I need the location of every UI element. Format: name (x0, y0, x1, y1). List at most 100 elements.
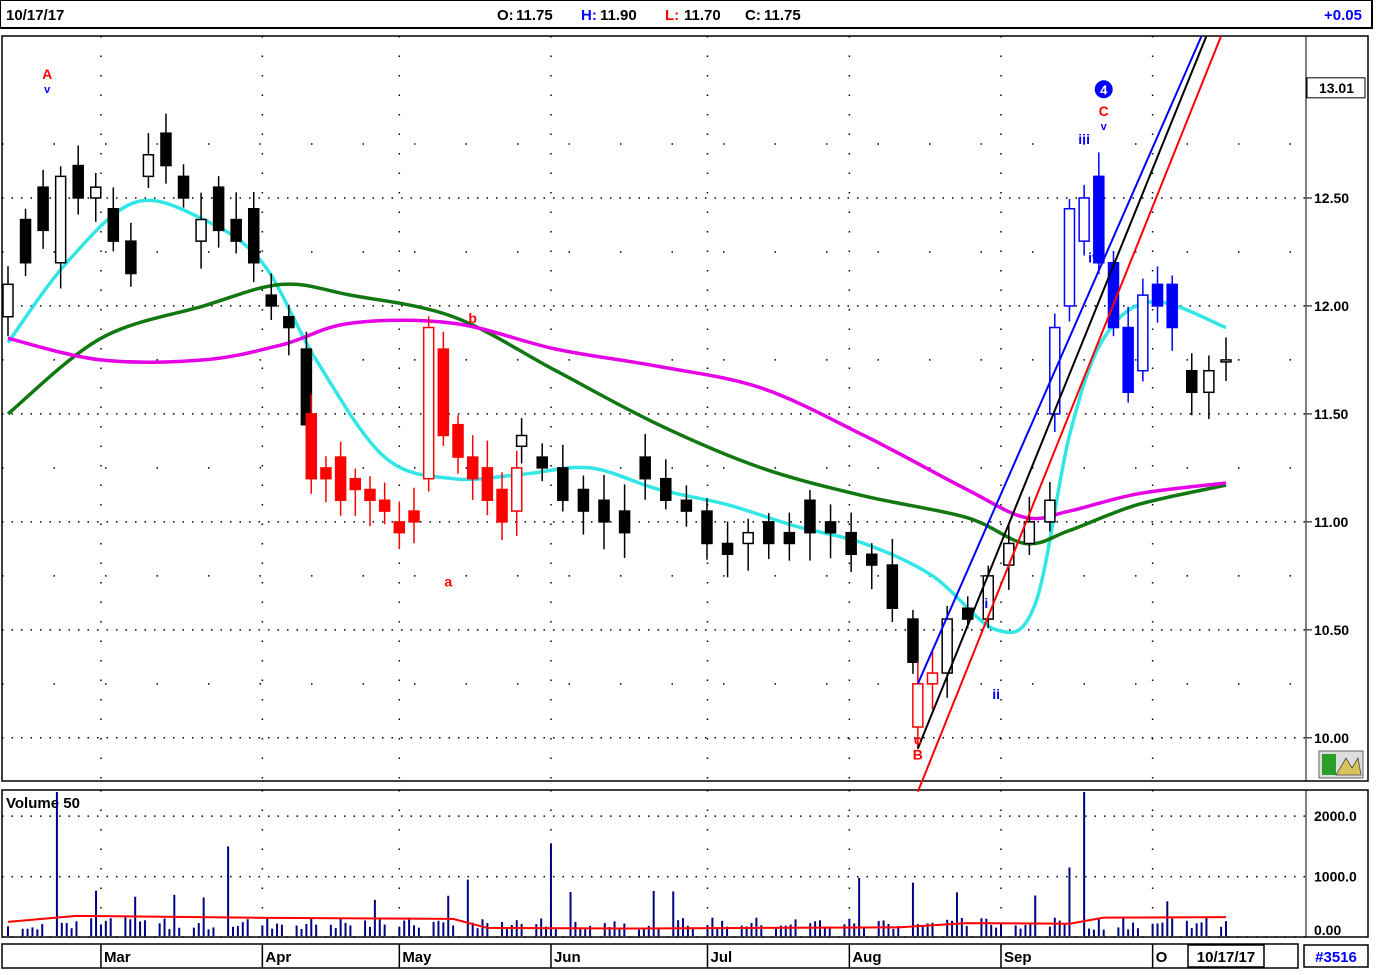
header-high-label: H: (581, 7, 597, 24)
wave-label-1: a (444, 574, 452, 590)
volume-tick-label-1: 1000.0 (1314, 869, 1357, 885)
header-low-value: 11.70 (684, 7, 721, 24)
header-low-label: L: (665, 7, 679, 24)
wave-label-4: B (913, 746, 923, 762)
candle-body-1-0 (305, 413, 318, 480)
last-price-label: 13.01 (1319, 80, 1354, 96)
candle-body-2-14 (804, 499, 816, 534)
candle-body-5-5 (1122, 326, 1134, 394)
candle-body-2-12 (763, 521, 775, 545)
candle-body-1-3 (349, 477, 362, 491)
candle-body-0-14 (247, 208, 260, 264)
candle-body-6-1 (1203, 369, 1215, 394)
candle-body-2-3 (577, 488, 590, 512)
header-open-value: 11.75 (516, 7, 553, 24)
candle-body-6-2 (1220, 359, 1232, 363)
header-open-label: O: (497, 7, 514, 24)
month-label-0: Mar (104, 949, 131, 966)
candle-body-2-10 (721, 542, 734, 556)
chart-window: 10/17/17 O: 11.75 H: 11.90 L: 11.70 C: 1… (0, 0, 1400, 970)
header-high-value: 11.90 (600, 7, 637, 24)
candle-body-0-0 (2, 283, 14, 318)
header-date: 10/17/17 (6, 7, 64, 24)
candle-body-0-15 (265, 294, 278, 307)
candle-body-2-5 (618, 510, 631, 534)
candle-body-5-7 (1151, 283, 1164, 307)
candle-body-1-8 (422, 326, 435, 480)
month-label-4: Jul (710, 949, 732, 966)
candle-body-0-2 (37, 186, 49, 232)
month-label-5: Aug (852, 949, 881, 966)
volume-title: Volume 50 (6, 795, 80, 812)
candle-body-5-1 (1063, 208, 1076, 307)
candle-body-0-8 (142, 154, 155, 178)
candle-body-1-6 (393, 521, 406, 534)
price-tick-label-0: 10.00 (1314, 730, 1349, 746)
candle-body-0-1 (19, 218, 32, 264)
month-label-1: Apr (265, 949, 291, 966)
candle-body-2-1 (536, 456, 548, 469)
volume-tick-label-2: 0.00 (1314, 922, 1341, 938)
candle-body-2-16 (845, 531, 857, 556)
candle-body-0-12 (212, 186, 225, 232)
candle-body-2-0 (515, 434, 528, 448)
candle-body-2-18 (886, 564, 899, 609)
wave-label-6: ii (992, 686, 1000, 702)
symbol-id-label: #3516 (1315, 949, 1357, 966)
price-tick-label-2: 11.00 (1314, 514, 1348, 530)
price-tick-label-5: 12.50 (1314, 190, 1349, 206)
candle-body-2-6 (639, 456, 651, 480)
candle-body-5-6 (1137, 294, 1149, 372)
wave-label-8: iv (1088, 250, 1100, 266)
wave-label-10: 4 (1100, 82, 1108, 97)
candle-body-1-10 (452, 423, 464, 458)
current-date-label: 10/17/17 (1197, 949, 1255, 966)
drawing-tools-icon[interactable] (1318, 750, 1364, 779)
candle-body-1-4 (364, 488, 376, 502)
candle-body-3-0 (912, 683, 924, 728)
candle-body-1-13 (496, 488, 508, 523)
candle-body-0-4 (72, 164, 84, 199)
candle-body-1-1 (320, 467, 332, 480)
candle-body-0-3 (54, 175, 67, 264)
candle-body-1-9 (437, 348, 450, 437)
date-axis-bar (1, 943, 1299, 969)
price-tick-label-1: 10.50 (1314, 622, 1349, 638)
candle-body-0-16 (283, 315, 295, 329)
header-close-value: 11.75 (764, 7, 801, 24)
candle-body-6-0 (1186, 369, 1198, 394)
candle-body-0-5 (90, 186, 102, 199)
volume-panel (1, 789, 1369, 938)
candle-body-1-2 (334, 456, 347, 502)
candle-body-1-7 (408, 510, 420, 523)
candle-body-2-2 (557, 467, 569, 502)
candle-body-1-14 (510, 467, 523, 512)
candle-body-2-17 (865, 553, 878, 566)
wave-marker-9: v (1101, 121, 1108, 133)
month-label-3: Jun (554, 949, 581, 966)
wave-marker-0: v (44, 84, 51, 96)
candle-body-0-6 (107, 208, 120, 242)
candle-body-2-7 (660, 477, 672, 502)
price-tick-label-4: 12.00 (1314, 298, 1349, 314)
candle-body-5-2 (1078, 197, 1090, 242)
month-label-6: Sep (1004, 949, 1032, 966)
candle-body-0-11 (195, 218, 207, 242)
candle-body-0-10 (177, 175, 190, 199)
month-label-7: O (1156, 949, 1168, 966)
header-change: +0.05 (1324, 7, 1362, 24)
candle-body-0-7 (125, 240, 137, 275)
candle-body-0-13 (230, 218, 242, 242)
candle-body-2-15 (824, 521, 837, 534)
wave-label-9: C (1099, 103, 1109, 119)
chart-canvas: 10/17/17 O: 11.75 H: 11.90 L: 11.70 C: 1… (0, 0, 1373, 969)
candle-body-2-9 (701, 510, 713, 545)
candle-body-1-12 (481, 467, 494, 502)
wave-label-7: iii (1078, 131, 1090, 147)
wave-label-2: b (468, 310, 477, 326)
candle-body-1-5 (378, 499, 391, 512)
wave-label-5: i (984, 595, 988, 611)
candle-body-2-11 (742, 531, 754, 545)
candle-body-4-5 (1044, 499, 1056, 523)
candle-body-5-8 (1166, 283, 1178, 329)
